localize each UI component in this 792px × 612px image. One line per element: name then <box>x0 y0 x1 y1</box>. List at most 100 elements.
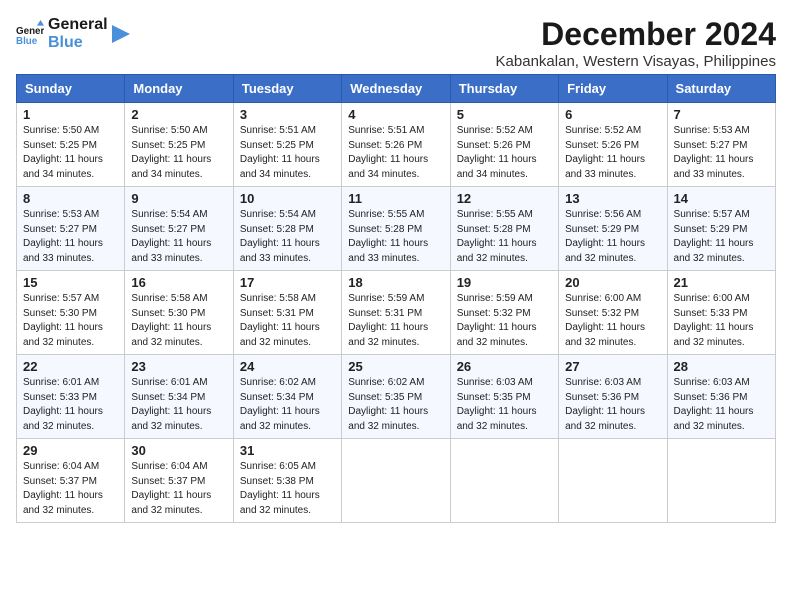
day-info: Sunrise: 5:51 AMSunset: 5:25 PMDaylight:… <box>240 124 335 182</box>
day-number: 21 <box>674 275 769 290</box>
day-info: Sunrise: 5:51 AMSunset: 5:26 PMDaylight:… <box>348 124 443 182</box>
svg-text:Blue: Blue <box>16 35 38 46</box>
calendar-cell: 31 Sunrise: 6:05 AMSunset: 5:38 PMDayligh… <box>233 439 341 523</box>
day-number: 3 <box>240 107 335 122</box>
day-info: Sunrise: 6:01 AMSunset: 5:33 PMDaylight:… <box>23 376 118 434</box>
calendar-cell: 24Sunrise: 6:02 AMSunset: 5:34 PMDayligh… <box>233 355 341 439</box>
calendar-cell: 12Sunrise: 5:55 AMSunset: 5:28 PMDayligh… <box>450 187 558 271</box>
logo-arrow-icon <box>112 25 130 43</box>
day-number: 12 <box>457 191 552 206</box>
calendar-cell: 21 Sunrise: 6:00 AMSunset: 5:33 PMDayligh… <box>667 271 775 355</box>
day-info: Sunrise: 5:57 AMSunset: 5:29 PMDaylight:… <box>674 208 769 266</box>
calendar-cell <box>450 439 558 523</box>
day-number: 19 <box>457 275 552 290</box>
calendar-cell: 17Sunrise: 5:58 AMSunset: 5:31 PMDayligh… <box>233 271 341 355</box>
logo-blue: Blue <box>48 34 108 52</box>
day-info: Sunrise: 5:55 AMSunset: 5:28 PMDaylight:… <box>348 208 443 266</box>
day-number: 16 <box>131 275 226 290</box>
calendar-cell: 29Sunrise: 6:04 AMSunset: 5:37 PMDayligh… <box>17 439 125 523</box>
day-number: 28 <box>674 359 769 374</box>
day-number: 7 <box>674 107 769 122</box>
day-info: Sunrise: 5:58 AMSunset: 5:30 PMDaylight:… <box>131 292 226 350</box>
day-number: 26 <box>457 359 552 374</box>
day-info: Sunrise: 6:03 AMSunset: 5:35 PMDaylight:… <box>457 376 552 434</box>
calendar-cell: 20 Sunrise: 6:00 AMSunset: 5:32 PMDayligh… <box>559 271 667 355</box>
calendar-cell: 1Sunrise: 5:50 AMSunset: 5:25 PMDaylight… <box>17 103 125 187</box>
calendar-table: SundayMondayTuesdayWednesdayThursdayFrid… <box>16 74 776 523</box>
logo-general: General <box>48 16 108 34</box>
calendar-cell: 30 Sunrise: 6:04 AMSunset: 5:37 PMDayligh… <box>125 439 233 523</box>
day-info: Sunrise: 6:04 AMSunset: 5:37 PMDaylight:… <box>131 460 226 518</box>
day-number: 27 <box>565 359 660 374</box>
day-info: Sunrise: 5:57 AMSunset: 5:30 PMDaylight:… <box>23 292 118 350</box>
calendar-cell: 10 Sunrise: 5:54 AMSunset: 5:28 PMDayligh… <box>233 187 341 271</box>
page-header: General Blue General Blue December 2024 … <box>16 16 776 70</box>
calendar-cell: 2 Sunrise: 5:50 AMSunset: 5:25 PMDaylight… <box>125 103 233 187</box>
calendar-cell: 9Sunrise: 5:54 AMSunset: 5:27 PMDaylight… <box>125 187 233 271</box>
day-info: Sunrise: 6:00 AMSunset: 5:32 PMDaylight:… <box>565 292 660 350</box>
day-number: 29 <box>23 443 118 458</box>
calendar-cell: 13 Sunrise: 5:56 AMSunset: 5:29 PMDayligh… <box>559 187 667 271</box>
day-number: 30 <box>131 443 226 458</box>
calendar-cell <box>342 439 450 523</box>
day-info: Sunrise: 5:52 AMSunset: 5:26 PMDaylight:… <box>565 124 660 182</box>
location-title: Kabankalan, Western Visayas, Philippines <box>496 53 776 70</box>
header-saturday: Saturday <box>667 75 775 103</box>
logo: General Blue General Blue <box>16 16 130 51</box>
day-number: 31 <box>240 443 335 458</box>
day-number: 11 <box>348 191 443 206</box>
day-number: 20 <box>565 275 660 290</box>
day-info: Sunrise: 5:50 AMSunset: 5:25 PMDaylight:… <box>131 124 226 182</box>
header-friday: Friday <box>559 75 667 103</box>
calendar-header-row: SundayMondayTuesdayWednesdayThursdayFrid… <box>17 75 776 103</box>
day-info: Sunrise: 5:59 AMSunset: 5:32 PMDaylight:… <box>457 292 552 350</box>
calendar-cell: 23Sunrise: 6:01 AMSunset: 5:34 PMDayligh… <box>125 355 233 439</box>
day-number: 13 <box>565 191 660 206</box>
calendar-cell: 28Sunrise: 6:03 AMSunset: 5:36 PMDayligh… <box>667 355 775 439</box>
day-info: Sunrise: 6:02 AMSunset: 5:34 PMDaylight:… <box>240 376 335 434</box>
day-info: Sunrise: 5:56 AMSunset: 5:29 PMDaylight:… <box>565 208 660 266</box>
day-number: 10 <box>240 191 335 206</box>
calendar-cell: 22 Sunrise: 6:01 AMSunset: 5:33 PMDayligh… <box>17 355 125 439</box>
day-info: Sunrise: 6:05 AMSunset: 5:38 PMDaylight:… <box>240 460 335 518</box>
day-number: 25 <box>348 359 443 374</box>
day-number: 5 <box>457 107 552 122</box>
header-thursday: Thursday <box>450 75 558 103</box>
day-info: Sunrise: 5:54 AMSunset: 5:28 PMDaylight:… <box>240 208 335 266</box>
day-info: Sunrise: 5:58 AMSunset: 5:31 PMDaylight:… <box>240 292 335 350</box>
calendar-cell <box>667 439 775 523</box>
day-info: Sunrise: 5:53 AMSunset: 5:27 PMDaylight:… <box>674 124 769 182</box>
day-info: Sunrise: 5:59 AMSunset: 5:31 PMDaylight:… <box>348 292 443 350</box>
calendar-week-row: 1Sunrise: 5:50 AMSunset: 5:25 PMDaylight… <box>17 103 776 187</box>
calendar-cell: 7 Sunrise: 5:53 AMSunset: 5:27 PMDaylight… <box>667 103 775 187</box>
header-sunday: Sunday <box>17 75 125 103</box>
day-info: Sunrise: 6:00 AMSunset: 5:33 PMDaylight:… <box>674 292 769 350</box>
day-number: 4 <box>348 107 443 122</box>
day-number: 14 <box>674 191 769 206</box>
calendar-cell: 11 Sunrise: 5:55 AMSunset: 5:28 PMDayligh… <box>342 187 450 271</box>
header-wednesday: Wednesday <box>342 75 450 103</box>
day-info: Sunrise: 5:53 AMSunset: 5:27 PMDaylight:… <box>23 208 118 266</box>
day-number: 6 <box>565 107 660 122</box>
calendar-cell: 26 Sunrise: 6:03 AMSunset: 5:35 PMDayligh… <box>450 355 558 439</box>
calendar-cell: 18 Sunrise: 5:59 AMSunset: 5:31 PMDayligh… <box>342 271 450 355</box>
calendar-week-row: 15 Sunrise: 5:57 AMSunset: 5:30 PMDayligh… <box>17 271 776 355</box>
day-number: 23 <box>131 359 226 374</box>
day-number: 22 <box>23 359 118 374</box>
calendar-week-row: 29 Sunrise: 6:04 AMSunset: 5:37 PMDayligh… <box>17 439 776 523</box>
day-number: 15 <box>23 275 118 290</box>
day-info: Sunrise: 5:52 AMSunset: 5:26 PMDaylight:… <box>457 124 552 182</box>
day-info: Sunrise: 5:54 AMSunset: 5:27 PMDaylight:… <box>131 208 226 266</box>
day-number: 8 <box>23 191 118 206</box>
header-monday: Monday <box>125 75 233 103</box>
calendar-cell: 16 Sunrise: 5:58 AMSunset: 5:30 PMDayligh… <box>125 271 233 355</box>
day-info: Sunrise: 5:50 AMSunset: 5:25 PMDaylight:… <box>23 124 118 182</box>
calendar-cell: 27Sunrise: 6:03 AMSunset: 5:36 PMDayligh… <box>559 355 667 439</box>
calendar-week-row: 8 Sunrise: 5:53 AMSunset: 5:27 PMDaylight… <box>17 187 776 271</box>
calendar-cell: 15 Sunrise: 5:57 AMSunset: 5:30 PMDayligh… <box>17 271 125 355</box>
day-number: 2 <box>131 107 226 122</box>
header-tuesday: Tuesday <box>233 75 341 103</box>
day-info: Sunrise: 6:02 AMSunset: 5:35 PMDaylight:… <box>348 376 443 434</box>
calendar-week-row: 22 Sunrise: 6:01 AMSunset: 5:33 PMDayligh… <box>17 355 776 439</box>
day-number: 18 <box>348 275 443 290</box>
